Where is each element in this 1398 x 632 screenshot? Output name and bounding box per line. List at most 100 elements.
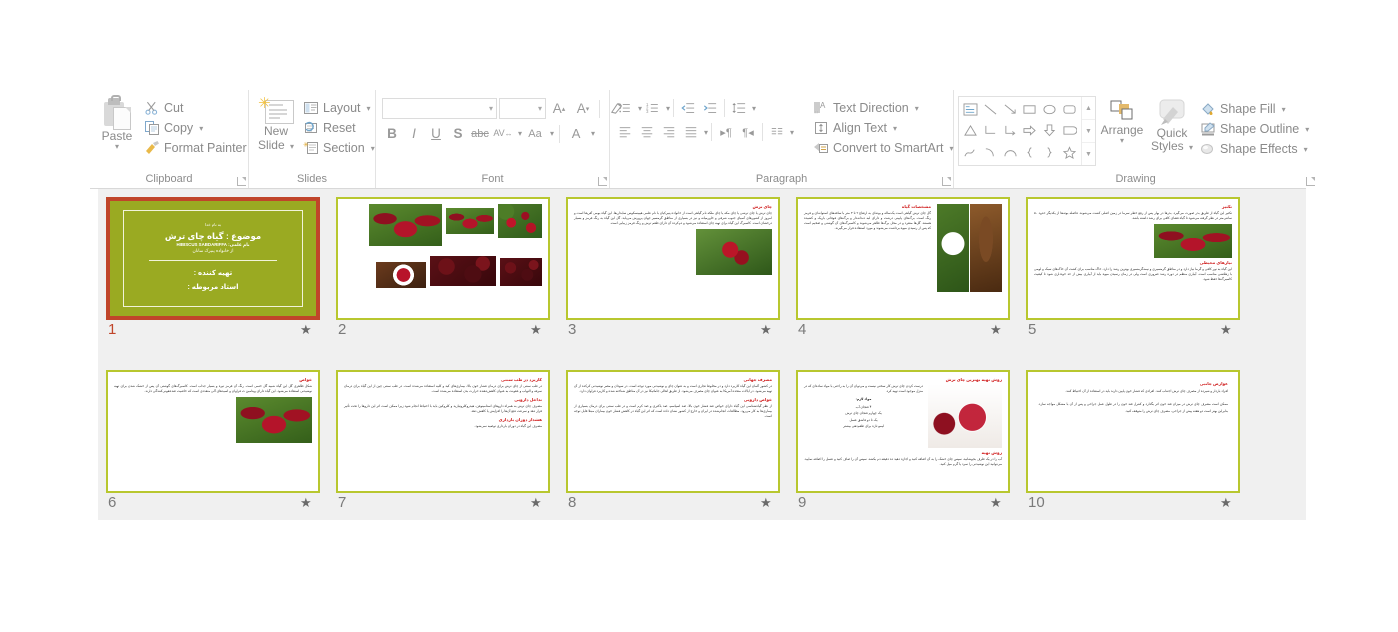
slide-canvas[interactable]: خواص شکل ظاهری گل این گیاه شبیه گل ختمی ا…: [106, 370, 320, 493]
drawing-dialog-launcher[interactable]: [1306, 177, 1316, 186]
align-text-button[interactable]: Align Text ▾: [809, 118, 949, 138]
italic-button[interactable]: I: [404, 123, 424, 144]
align-left-button[interactable]: [614, 122, 636, 142]
shape-effects-chevron-down-icon[interactable]: ▾: [1304, 145, 1308, 154]
change-case-chevron-down-icon[interactable]: ▾: [550, 129, 554, 138]
text-direction-button[interactable]: A Text Direction ▾: [809, 98, 949, 118]
copy-chevron-down-icon[interactable]: ▾: [199, 124, 203, 133]
font-color-chevron-down-icon[interactable]: ▾: [591, 129, 595, 138]
shapes-scroll-up-button[interactable]: ▲: [1082, 97, 1095, 120]
paste-chevron-down-icon[interactable]: ▾: [115, 143, 119, 151]
shape-outline-button[interactable]: Shape Outline ▾: [1196, 119, 1313, 139]
decrease-font-size-button[interactable]: A ▾: [572, 98, 594, 119]
font-dialog-launcher[interactable]: [598, 177, 607, 186]
slide-thumbnail-7[interactable]: کاربرد در طب سنتی در طب سنتی از چای ترش ب…: [336, 370, 550, 514]
text-direction-chevron-down-icon[interactable]: ▾: [915, 104, 919, 113]
slide-thumbnail-1[interactable]: به نام خدا موضوع : گیاه چای ترش نام علمی: …: [106, 197, 320, 341]
layout-chevron-down-icon[interactable]: ▾: [367, 104, 371, 113]
layout-button[interactable]: Layout ▾: [299, 98, 379, 118]
shape-triangle-icon[interactable]: [961, 120, 981, 141]
font-color-button[interactable]: A: [565, 123, 587, 144]
strikethrough-button[interactable]: abc: [470, 123, 490, 144]
font-name-combo[interactable]: ▾: [382, 98, 497, 119]
justify-chevron-down-icon[interactable]: ▾: [704, 128, 708, 137]
smartart-chevron-down-icon[interactable]: ▾: [949, 144, 953, 153]
slide-thumbnail-10[interactable]: عوارض جانبی افراد باردار و شیرده از مصرف …: [1026, 370, 1240, 514]
cut-button[interactable]: Cut: [140, 98, 251, 118]
slide-canvas[interactable]: چای ترش چای ترش یا چای ترشی یا چای مکه یا…: [566, 197, 780, 320]
justify-button[interactable]: [680, 122, 702, 142]
animation-star-icon[interactable]: ★: [530, 496, 544, 510]
paste-button[interactable]: Paste ▾: [94, 95, 140, 151]
slide-canvas[interactable]: به نام خدا موضوع : گیاه چای ترش نام علمی: …: [106, 197, 320, 320]
shape-outline-chevron-down-icon[interactable]: ▾: [1305, 125, 1309, 134]
new-slide-button[interactable]: ✳ New Slide ▾: [253, 96, 299, 154]
shape-left-brace-icon[interactable]: [1020, 142, 1040, 163]
slide-canvas[interactable]: تکثیر تکثیر این گیاه از طریق بذر صورت می‌…: [1026, 197, 1240, 320]
increase-font-size-button[interactable]: A ▴: [548, 98, 570, 119]
slide-canvas[interactable]: عوارض جانبی افراد باردار و شیرده از مصرف …: [1026, 370, 1240, 493]
slide-canvas[interactable]: کاربرد در طب سنتی در طب سنتی از چای ترش ب…: [336, 370, 550, 493]
section-chevron-down-icon[interactable]: ▾: [371, 144, 375, 153]
shape-effects-button[interactable]: Shape Effects ▾: [1196, 139, 1313, 159]
reset-button[interactable]: Reset: [299, 118, 379, 138]
slide-thumbnail-3[interactable]: چای ترش چای ترش یا چای ترشی یا چای مکه یا…: [566, 197, 780, 341]
slide-canvas[interactable]: روش تهیه بهترین چای ترش درست کردن چای ترش…: [796, 370, 1010, 493]
numbering-chevron-down-icon[interactable]: ▾: [666, 104, 670, 113]
clipboard-dialog-launcher[interactable]: [237, 177, 246, 186]
slide-thumbnail-2[interactable]: 2 ★: [336, 197, 550, 341]
shape-oval-icon[interactable]: [1040, 99, 1060, 120]
shape-fill-button[interactable]: Shape Fill ▾: [1196, 99, 1313, 119]
character-spacing-chevron-down-icon[interactable]: ▾: [518, 129, 522, 138]
shadow-button[interactable]: S: [448, 123, 468, 144]
quick-styles-button[interactable]: Quick Styles ▾: [1148, 96, 1196, 154]
font-size-chevron-down-icon[interactable]: ▾: [538, 104, 542, 113]
animation-star-icon[interactable]: ★: [1220, 496, 1234, 510]
shape-elbow-connector-icon[interactable]: [981, 120, 1001, 141]
font-size-combo[interactable]: ▾: [499, 98, 546, 119]
shape-elbow-arrow-icon[interactable]: [1000, 120, 1020, 141]
align-right-button[interactable]: [658, 122, 680, 142]
bold-button[interactable]: B: [382, 123, 402, 144]
shape-curve-icon[interactable]: [1000, 142, 1020, 163]
bullets-button[interactable]: [614, 98, 636, 118]
animation-star-icon[interactable]: ★: [760, 496, 774, 510]
slide-thumbnail-9[interactable]: روش تهیه بهترین چای ترش درست کردن چای ترش…: [796, 370, 1010, 514]
decrease-indent-button[interactable]: [677, 98, 699, 118]
shape-fill-chevron-down-icon[interactable]: ▾: [1282, 105, 1286, 114]
shapes-scroll-down-button[interactable]: ▼: [1082, 120, 1095, 143]
shape-textbox-icon[interactable]: [961, 99, 981, 120]
paragraph-dialog-launcher[interactable]: [942, 177, 951, 186]
new-slide-chevron-down-icon[interactable]: ▾: [290, 142, 294, 151]
columns-button[interactable]: [766, 122, 788, 142]
animation-star-icon[interactable]: ★: [530, 323, 544, 337]
line-spacing-button[interactable]: [728, 98, 750, 118]
numbering-button[interactable]: 123: [642, 98, 664, 118]
underline-button[interactable]: U: [426, 123, 446, 144]
shape-right-arrow-icon[interactable]: [1020, 120, 1040, 141]
columns-chevron-down-icon[interactable]: ▾: [790, 128, 794, 137]
shape-rounded-rectangle-icon[interactable]: [1059, 99, 1079, 120]
animation-star-icon[interactable]: ★: [760, 323, 774, 337]
slide-thumbnail-8[interactable]: مصرف جهانی در کشور آلمان این گیاه کاربرد …: [566, 370, 780, 514]
font-name-chevron-down-icon[interactable]: ▾: [489, 104, 493, 113]
shape-rectangle-icon[interactable]: [1020, 99, 1040, 120]
copy-button[interactable]: Copy ▾: [140, 118, 251, 138]
animation-star-icon[interactable]: ★: [300, 323, 314, 337]
slide-thumbnail-5[interactable]: تکثیر تکثیر این گیاه از طریق بذر صورت می‌…: [1026, 197, 1240, 341]
quick-styles-chevron-down-icon[interactable]: ▾: [1189, 143, 1193, 152]
shape-arc-icon[interactable]: [981, 142, 1001, 163]
shape-scribble-icon[interactable]: [961, 142, 981, 163]
slide-thumbnail-4[interactable]: مشخصات گیاه گل چای ترش گیاهی است یک‌ساله …: [796, 197, 1010, 341]
change-case-button[interactable]: Aa: [524, 123, 546, 144]
shape-line-icon[interactable]: [981, 99, 1001, 120]
section-button[interactable]: ✳ Section ▾: [299, 138, 379, 158]
align-text-chevron-down-icon[interactable]: ▾: [893, 124, 897, 133]
line-spacing-chevron-down-icon[interactable]: ▾: [752, 104, 756, 113]
arrange-chevron-down-icon[interactable]: ▾: [1120, 137, 1124, 145]
increase-indent-button[interactable]: [699, 98, 721, 118]
animation-star-icon[interactable]: ★: [1220, 323, 1234, 337]
animation-star-icon[interactable]: ★: [990, 496, 1004, 510]
slide-canvas[interactable]: مصرف جهانی در کشور آلمان این گیاه کاربرد …: [566, 370, 780, 493]
slide-thumbnail-6[interactable]: خواص شکل ظاهری گل این گیاه شبیه گل ختمی ا…: [106, 370, 320, 514]
